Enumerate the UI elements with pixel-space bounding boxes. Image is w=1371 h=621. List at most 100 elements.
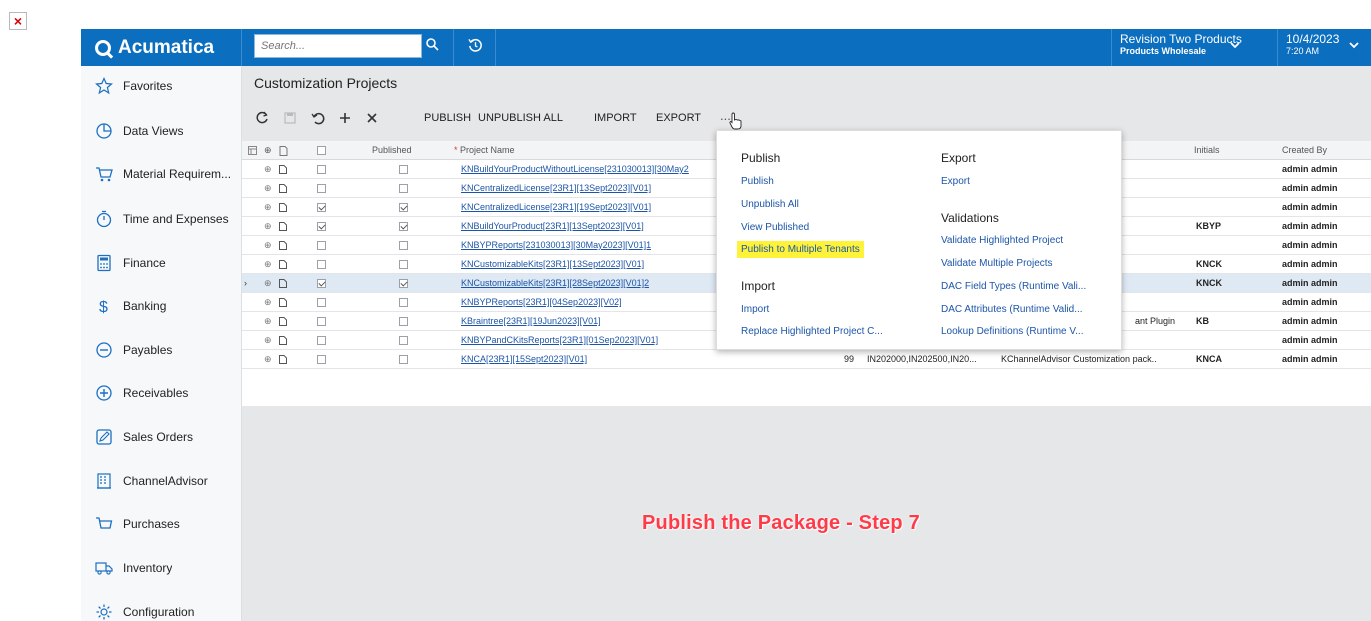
select-all-checkbox[interactable] (317, 146, 326, 155)
chevron-down-icon[interactable] (1349, 41, 1359, 49)
row-select-checkbox[interactable] (317, 355, 326, 364)
sidebar-item-payables[interactable]: Payables (81, 330, 242, 370)
search-input[interactable] (254, 34, 422, 58)
project-name-link[interactable]: KBraintree[23R1][19Jun2023][V01] (461, 316, 601, 326)
project-name-link[interactable]: KNBYPReports[231030013][30May2023][V01]1 (461, 240, 651, 250)
menu-section-export: Export (941, 151, 976, 165)
sidebar-item-inventory[interactable]: Inventory (81, 548, 242, 588)
menu-item-unpublish-all[interactable]: Unpublish All (741, 199, 799, 210)
menu-item-lookup-definitions[interactable]: Lookup Definitions (Runtime V... (941, 326, 1084, 337)
attachment-icon[interactable]: ⊕ (264, 202, 272, 213)
file-icon[interactable] (279, 184, 287, 193)
col-project-name[interactable]: Project Name (460, 145, 515, 155)
gear-icon (96, 604, 112, 620)
sidebar-item-favorites[interactable]: Favorites (81, 66, 242, 106)
project-name-link[interactable]: KNCentralizedLicense[23R1][13Sept2023][V… (461, 183, 651, 193)
attachment-icon[interactable]: ⊕ (264, 221, 272, 232)
menu-item-validate-multiple[interactable]: Validate Multiple Projects (941, 258, 1053, 269)
project-name-link[interactable]: KNCA[23R1][15Sept2023][V01] (461, 354, 587, 364)
project-name-link[interactable]: KNBYPReports[23R1][04Sep2023][V02] (461, 297, 622, 307)
attachment-icon[interactable]: ⊕ (264, 240, 272, 251)
sidebar-item-receivables[interactable]: Receivables (81, 373, 242, 413)
file-icon[interactable] (279, 336, 287, 345)
file-icon[interactable] (279, 241, 287, 250)
menu-item-publish[interactable]: Publish (741, 176, 774, 187)
save-icon[interactable] (282, 110, 298, 126)
add-icon[interactable] (337, 110, 353, 126)
col-created-by[interactable]: Created By (1282, 145, 1327, 155)
sidebar-item-data-views[interactable]: Data Views (81, 111, 242, 151)
menu-item-export[interactable]: Export (941, 176, 970, 187)
topbar-divider (495, 29, 496, 66)
row-select-checkbox[interactable] (317, 165, 326, 174)
menu-item-view-published[interactable]: View Published (741, 222, 809, 233)
project-name-link[interactable]: KNCentralizedLicense[23R1][19Sept2023][V… (461, 202, 651, 212)
history-icon[interactable] (467, 36, 485, 54)
search-icon[interactable] (425, 37, 439, 51)
project-name-link[interactable]: KNBuildYourProductWithoutLicense[2310300… (461, 164, 689, 174)
initials-cell: KB (1196, 316, 1209, 326)
export-button[interactable]: EXPORT (656, 112, 701, 124)
row-select-checkbox[interactable] (317, 222, 326, 231)
file-icon[interactable] (279, 355, 287, 364)
sidebar-item-sales-orders[interactable]: Sales Orders (81, 417, 242, 457)
sidebar-item-finance[interactable]: Finance (81, 243, 242, 283)
attachment-icon[interactable]: ⊕ (264, 259, 272, 270)
file-icon[interactable] (279, 203, 287, 212)
file-icon[interactable] (279, 260, 287, 269)
row-select-checkbox[interactable] (317, 184, 326, 193)
sidebar-item-label: Finance (123, 256, 166, 270)
sidebar-item-time-expenses[interactable]: Time and Expenses (81, 199, 242, 239)
attachment-icon[interactable]: ⊕ (264, 278, 272, 289)
file-icon[interactable] (279, 165, 287, 174)
row-select-checkbox[interactable] (317, 260, 326, 269)
row-select-checkbox[interactable] (317, 336, 326, 345)
table-row[interactable]: ⊕ KNCA[23R1][15Sept2023][V01] 99 IN202000,I… (242, 350, 1371, 369)
description-cell: ant Plugin (1135, 316, 1176, 326)
sidebar-item-banking[interactable]: $ Banking (81, 286, 242, 326)
row-select-checkbox[interactable] (317, 298, 326, 307)
row-select-checkbox[interactable] (317, 279, 326, 288)
attachment-icon[interactable]: ⊕ (264, 335, 272, 346)
menu-item-publish-multiple-tenants[interactable]: Publish to Multiple Tenants (737, 241, 864, 258)
project-name-link[interactable]: KNBYPandCKitsReports[23R1][01Sep2023][V0… (461, 335, 658, 345)
attachment-icon[interactable]: ⊕ (264, 297, 272, 308)
attachment-icon[interactable]: ⊕ (264, 183, 272, 194)
sidebar-item-material-requirements[interactable]: Material Requirem... (81, 154, 242, 194)
row-select-checkbox[interactable] (317, 203, 326, 212)
col-initials[interactable]: Initials (1194, 145, 1220, 155)
unpublish-all-button[interactable]: UNPUBLISH ALL (478, 112, 563, 124)
file-icon[interactable] (279, 222, 287, 231)
file-icon[interactable] (279, 317, 287, 326)
col-published[interactable]: Published (372, 145, 412, 155)
sidebar-item-purchases[interactable]: Purchases (81, 504, 242, 544)
publish-button[interactable]: PUBLISH (424, 112, 471, 124)
chevron-down-icon[interactable] (1230, 41, 1240, 49)
refresh-icon[interactable] (254, 110, 270, 126)
project-name-link[interactable]: KNBuildYourProduct[23R1][13Sept2023][V01… (461, 221, 644, 231)
brand-logo[interactable]: Acumatica (81, 29, 242, 66)
attachment-icon[interactable]: ⊕ (264, 354, 272, 365)
branch-selector[interactable]: Revision Two Products Products Wholesale (1120, 33, 1242, 57)
sidebar-item-channeladvisor[interactable]: ChannelAdvisor (81, 461, 242, 501)
row-select-checkbox[interactable] (317, 241, 326, 250)
attachment-icon[interactable]: ⊕ (264, 164, 272, 175)
project-name-link[interactable]: KNCustomizableKits[23R1][28Sept2023][V01… (461, 278, 649, 288)
attachment-icon[interactable]: ⊕ (264, 316, 272, 327)
menu-item-validate-highlighted[interactable]: Validate Highlighted Project (941, 235, 1063, 246)
import-button[interactable]: IMPORT (594, 112, 637, 124)
delete-icon[interactable] (364, 110, 380, 126)
menu-item-dac-field-types[interactable]: DAC Field Types (Runtime Vali... (941, 281, 1086, 292)
grid-settings-icon[interactable] (248, 146, 257, 155)
project-name-link[interactable]: KNCustomizableKits[23R1][13Sept2023][V01… (461, 259, 644, 269)
menu-item-import[interactable]: Import (741, 304, 769, 315)
sidebar-item-configuration[interactable]: Configuration (81, 592, 242, 621)
business-date[interactable]: 10/4/2023 7:20 AM (1286, 33, 1339, 57)
file-icon[interactable] (279, 279, 287, 288)
file-icon[interactable] (279, 298, 287, 307)
brand-name: Acumatica (118, 36, 215, 58)
undo-icon[interactable] (310, 110, 326, 126)
menu-item-replace-project[interactable]: Replace Highlighted Project C... (741, 326, 883, 337)
row-select-checkbox[interactable] (317, 317, 326, 326)
menu-item-dac-attributes[interactable]: DAC Attributes (Runtime Valid... (941, 304, 1083, 315)
